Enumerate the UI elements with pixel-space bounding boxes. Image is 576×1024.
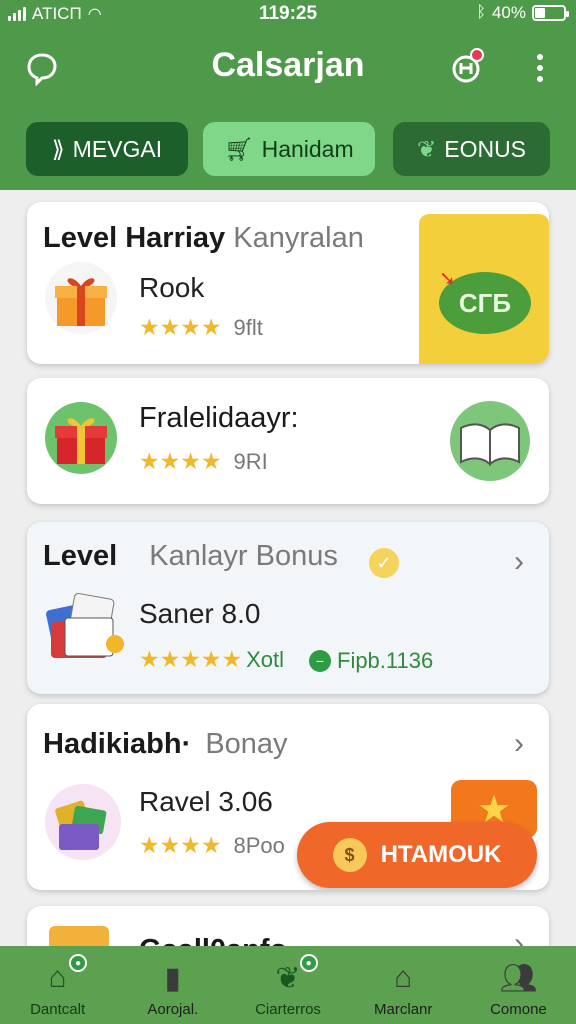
nav-badge: ● [69, 954, 88, 972]
star-icons: ★★★★ [139, 448, 222, 474]
more-options-icon[interactable] [520, 48, 560, 88]
battery-percent: 40% [491, 3, 526, 22]
bonus-coin-icon: ✓ [369, 548, 399, 578]
minus-icon: − [309, 650, 331, 672]
notification-badge [470, 48, 484, 62]
nav-badge: ● [299, 954, 318, 972]
tab-mevgai[interactable]: ⟫ MEVGAI [26, 122, 188, 176]
tag: − Fipb.1136 [309, 648, 433, 674]
chevron-right-icon[interactable]: › [507, 542, 531, 582]
rating: ★★★★ 8Poo [139, 832, 285, 858]
bottle-icon: ▮ [164, 961, 182, 995]
card-subtitle: Ravel 3.06 [139, 786, 273, 817]
star-icons: ★★★★★ [139, 646, 243, 672]
notification-icon[interactable] [446, 48, 486, 88]
card-subtitle: Rook [139, 272, 205, 303]
list-item[interactable]: Level Kanlayr Bonus ✓ › Saner 8.0 ★★★★★ … [27, 522, 549, 694]
people-icon: 👥︎ [499, 961, 538, 995]
leaf-icon: ❦ [416, 135, 437, 162]
bluetooth-icon: ᛒ [476, 4, 486, 21]
star-icons: ★★★★ [139, 832, 222, 858]
gift-icon [45, 262, 117, 334]
list-item[interactable]: Hadikiabh· Bonay › Ravel 3.06 ★★★★ 8Poo … [27, 704, 549, 890]
rating: ★★★★ 9flt [139, 314, 263, 340]
page-title: Calsarjan [211, 46, 365, 84]
promo-panel[interactable]: CГБ ➘ [419, 214, 549, 364]
arrow-icon: ➘ [439, 268, 456, 290]
rating: ★★★★★ Xotl [139, 646, 285, 672]
book-icon [450, 401, 530, 481]
htamouk-button[interactable]: $ HTAMOUK [297, 822, 537, 888]
card-title: Level Kanlayr Bonus [43, 540, 338, 572]
cards-stack-icon [46, 592, 124, 658]
list-item[interactable]: Fralelidaayr: ★★★★ 9RI [27, 378, 549, 504]
tab-label: EONUS [444, 135, 527, 162]
tab-bar: ⟫ MEVGAI 🛒︎ Hanidam ❦ EONUS [26, 122, 550, 176]
list-item[interactable]: Level Harriay Kanyralan Rook ★★★★ 9flt C… [27, 202, 549, 364]
bottom-nav: ⌂ Dantcalt ● ▮ Aorojal. ❦ Ciarterros ● ⌂… [0, 946, 576, 1024]
nav-item-home[interactable]: ⌂ Dantcalt ● [0, 946, 115, 1024]
rating: ★★★★ 9RI [139, 448, 268, 474]
chevron-right-icon[interactable]: › [507, 724, 531, 764]
gift-icon [45, 402, 117, 474]
arrow-right-icon: ⟫ [51, 135, 65, 162]
tab-label: MEVGAI [72, 135, 163, 162]
star-icons: ★★★★ [139, 314, 222, 340]
tab-eonus[interactable]: ❦ EONUS [393, 122, 550, 176]
tab-label: Hanidam [261, 135, 354, 162]
card-title: Hadikiabh· Bonay [43, 728, 288, 760]
nav-item-aorojal[interactable]: ▮ Aorojal. [115, 946, 230, 1024]
tab-hanidam[interactable]: 🛒︎ Hanidam [203, 122, 375, 176]
money-bag-icon: $ [332, 838, 367, 872]
card-title: Fralelidaayr: [139, 402, 299, 434]
nav-item-marclanr[interactable]: ⌂ Marclanr [346, 946, 461, 1024]
status-bar: ATICП ◠ 119:25 ᛒ 40% [0, 0, 576, 30]
nav-item-comone[interactable]: 👥︎ Comone [461, 946, 576, 1024]
battery-icon [532, 5, 569, 21]
house-icon: ⌂ [394, 961, 413, 994]
cash-icon [45, 784, 121, 860]
card-title: Level Harriay Kanyralan [43, 222, 364, 254]
card-subtitle: Saner 8.0 [139, 598, 261, 629]
cart-icon: 🛒︎ [224, 135, 254, 162]
nav-item-ciarterros[interactable]: ❦ Ciarterros ● [230, 946, 345, 1024]
app-header: ATICП ◠ 119:25 ᛒ 40% Calsarjan ⟫ MEVGAI … [0, 0, 576, 190]
